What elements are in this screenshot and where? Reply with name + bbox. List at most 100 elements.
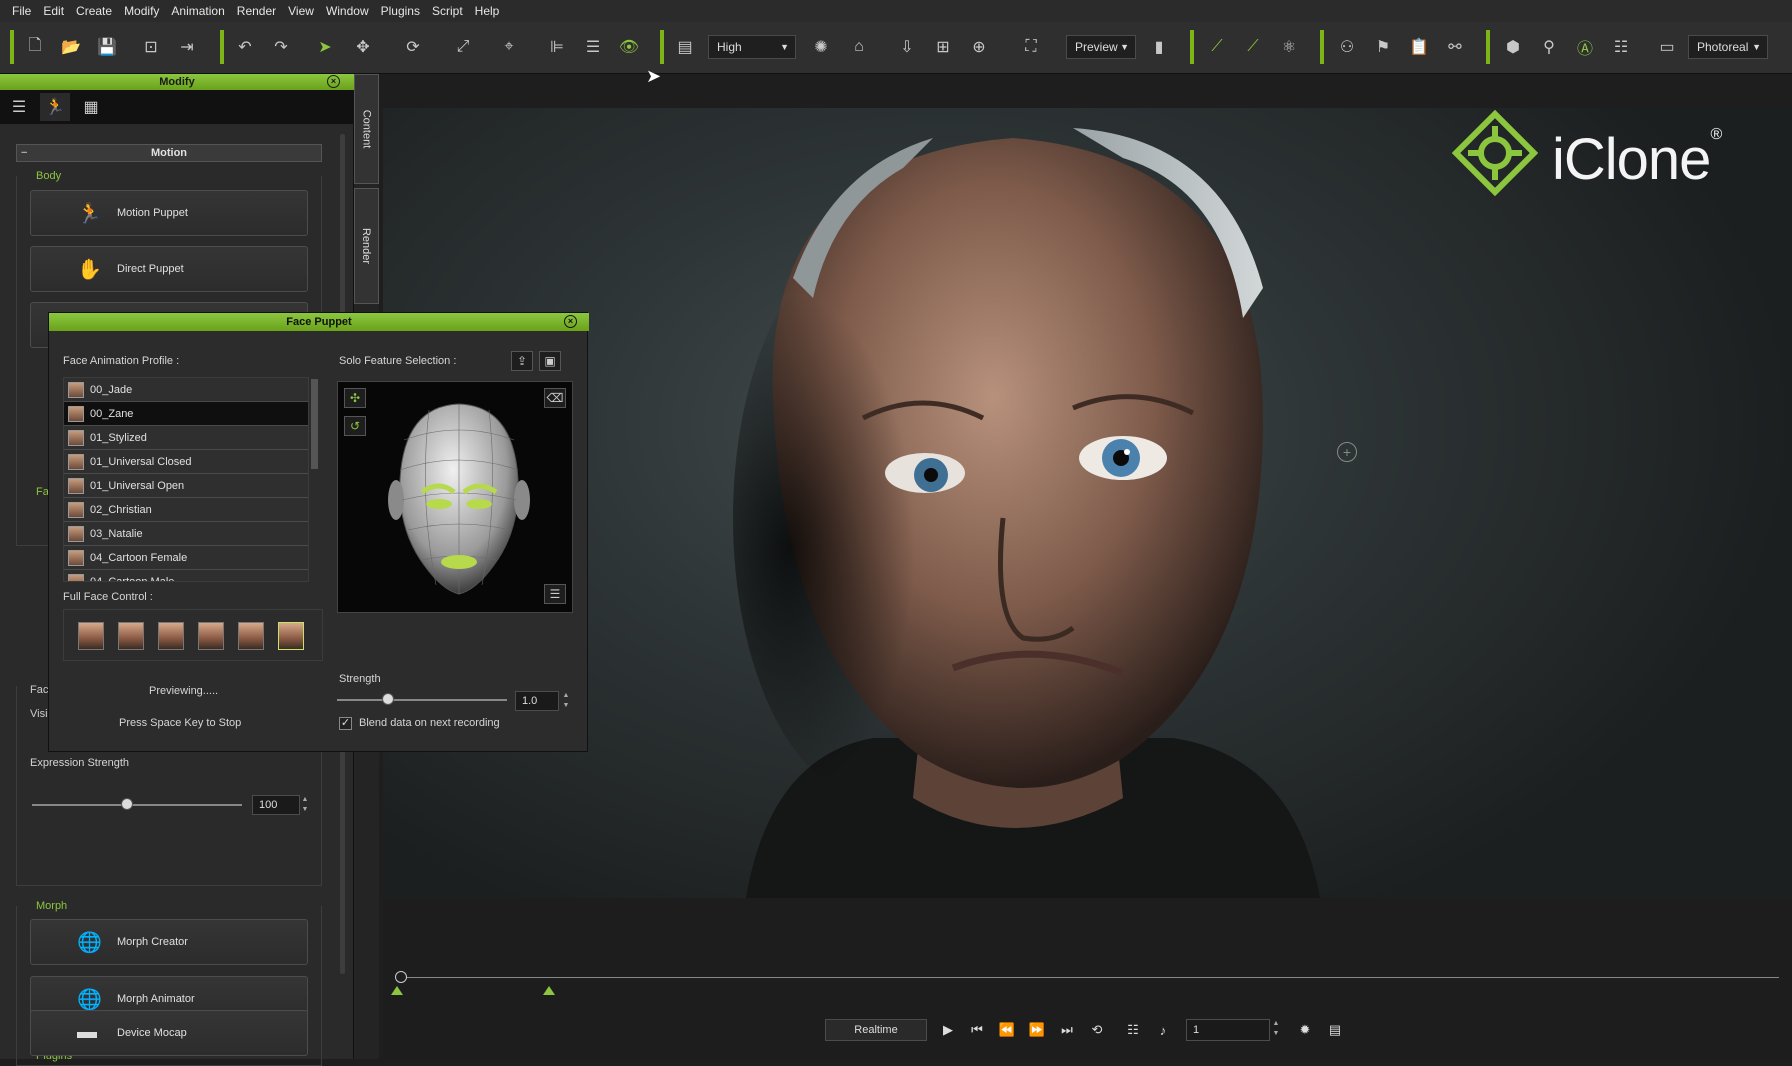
spinner-arrows-icon[interactable]: ▲ ▼ <box>1271 1019 1281 1039</box>
go-to-start-icon[interactable]: ⏮ <box>967 1020 987 1040</box>
layout-icon[interactable]: ▤ <box>672 34 698 60</box>
motion-puppet-button[interactable]: 🏃 Motion Puppet <box>30 190 308 236</box>
profile-row[interactable]: 02_Christian <box>64 498 308 522</box>
profile-row[interactable]: 01_Stylized <box>64 426 308 450</box>
range-start-marker[interactable] <box>391 986 403 995</box>
bone-edit-icon[interactable]: ⟋ <box>1240 34 1266 60</box>
full-face-preset-thumbnail[interactable] <box>198 622 224 650</box>
device-mocap-button[interactable]: ▬ Device Mocap <box>30 1010 308 1056</box>
timeline-panel-icon[interactable]: ▤ <box>1325 1020 1345 1040</box>
strength-slider-handle[interactable] <box>382 693 394 705</box>
open-folder-icon[interactable]: 📂 <box>58 34 84 60</box>
play-icon[interactable]: ▶ <box>938 1020 958 1040</box>
add-feature-icon[interactable]: ✣ <box>344 388 366 408</box>
camera-frame-icon[interactable]: ⛶ <box>1018 34 1044 60</box>
tab-animation-icon[interactable]: 🏃 <box>40 93 70 121</box>
menu-animation[interactable]: Animation <box>165 0 230 22</box>
move-icon[interactable]: ✥ <box>350 34 376 60</box>
bone-tool-icon[interactable]: ⟋ <box>1204 34 1230 60</box>
current-frame-field[interactable]: 1 <box>1186 1019 1270 1041</box>
menu-render[interactable]: Render <box>231 0 282 22</box>
full-face-preset-thumbnail[interactable] <box>118 622 144 650</box>
full-face-preset-thumbnail[interactable] <box>238 622 264 650</box>
person-search-icon[interactable]: ⚲ <box>1536 34 1562 60</box>
menu-modify[interactable]: Modify <box>118 0 165 22</box>
strength-slider[interactable] <box>337 699 507 701</box>
cube-icon[interactable]: ⬢ <box>1500 34 1526 60</box>
3d-viewport[interactable]: iClone® + <box>383 108 1792 898</box>
range-end-marker[interactable] <box>543 986 555 995</box>
rotate-icon[interactable]: ⟳ <box>400 34 426 60</box>
profile-row[interactable]: 04_Cartoon Male <box>64 570 308 581</box>
camera-down-icon[interactable]: ⇩ <box>894 34 920 60</box>
fit-icon[interactable]: ⊕ <box>966 34 992 60</box>
puppet-icon[interactable]: ⚇ <box>1334 34 1360 60</box>
close-icon[interactable]: × <box>327 75 340 88</box>
menu-script[interactable]: Script <box>426 0 469 22</box>
hierarchy-icon[interactable]: ⚛ <box>1276 34 1302 60</box>
distribute-icon[interactable]: ☰ <box>580 34 606 60</box>
profile-list-scrollbar[interactable] <box>311 379 318 469</box>
link-icon[interactable]: ⚯ <box>1442 34 1468 60</box>
face-puppet-title-bar[interactable]: Face Puppet × <box>49 313 589 331</box>
tab-material-checker-icon[interactable]: ▦ <box>76 93 106 121</box>
frame-selected-icon[interactable]: ⊞ <box>930 34 956 60</box>
redo-icon[interactable]: ↷ <box>268 34 294 60</box>
flag-icon[interactable]: ⚑ <box>1370 34 1396 60</box>
save-icon[interactable]: ▣ <box>539 351 561 371</box>
render-mode-dropdown[interactable]: Photoreal ▼ <box>1688 35 1768 59</box>
music-note-icon[interactable]: ♪ <box>1153 1020 1173 1040</box>
menu-window[interactable]: Window <box>320 0 375 22</box>
strength-field[interactable]: 1.0 <box>515 691 559 711</box>
profile-row[interactable]: 04_Cartoon Female <box>64 546 308 570</box>
sliders-icon[interactable]: ☷ <box>1608 34 1634 60</box>
expression-strength-handle[interactable] <box>120 798 133 810</box>
expression-strength-field[interactable]: 100 <box>252 795 300 815</box>
profile-row[interactable]: 00_Zane <box>64 402 308 426</box>
profile-row[interactable]: 03_Natalie <box>64 522 308 546</box>
save-icon[interactable]: 💾 <box>94 34 120 60</box>
tab-content[interactable]: Content <box>354 74 379 184</box>
undo-icon[interactable]: ↶ <box>232 34 258 60</box>
realtime-button[interactable]: Realtime <box>825 1019 927 1041</box>
close-icon[interactable]: × <box>564 315 577 328</box>
list-icon[interactable]: ☰ <box>544 584 566 604</box>
tab-settings-sliders-icon[interactable]: ☰ <box>4 93 34 121</box>
light-icon[interactable]: ✺ <box>808 34 834 60</box>
subtitle-icon[interactable]: ☷ <box>1123 1020 1143 1040</box>
expression-strength-slider[interactable] <box>32 804 242 806</box>
menu-edit[interactable]: Edit <box>37 0 70 22</box>
load-icon[interactable]: ⇪ <box>511 351 533 371</box>
next-frame-icon[interactable]: ⏩ <box>1027 1020 1047 1040</box>
snap-icon[interactable]: ⌖ <box>496 34 522 60</box>
scale-icon[interactable]: ⤢ <box>450 34 476 60</box>
solo-feature-head-view[interactable]: ✣ ↺ ⌫ ☰ <box>337 381 573 613</box>
profile-list[interactable]: 00_Jade 00_Zane 01_Stylized 01_Universal Cl… <box>63 377 309 582</box>
preview-dropdown[interactable]: Preview ▼ <box>1066 35 1136 59</box>
go-to-end-icon[interactable]: ⏭ <box>1057 1020 1077 1040</box>
full-face-preset-thumbnail[interactable] <box>78 622 104 650</box>
auto-icon[interactable]: Ⓐ <box>1572 34 1598 60</box>
full-face-preset-thumbnail[interactable] <box>158 622 184 650</box>
full-face-preset-thumbnail[interactable] <box>278 622 304 650</box>
menu-create[interactable]: Create <box>70 0 118 22</box>
quality-dropdown[interactable]: High ▼ <box>708 35 796 59</box>
spinner-arrows-icon[interactable]: ▲ ▼ <box>300 795 310 815</box>
visibility-eye-icon[interactable]: 👁 <box>616 34 642 60</box>
new-file-icon[interactable]: 🗋 <box>22 34 48 60</box>
project-settings-icon[interactable]: ⊡ <box>138 34 164 60</box>
menu-file[interactable]: File <box>6 0 37 22</box>
eraser-icon[interactable]: ⌫ <box>544 388 566 408</box>
home-icon[interactable]: ⌂ <box>846 34 872 60</box>
timeline-track[interactable] <box>401 977 1779 978</box>
spinner-arrows-icon[interactable]: ▲ ▼ <box>561 691 571 711</box>
timeline-playhead[interactable] <box>395 971 407 983</box>
previous-frame-icon[interactable]: ⏪ <box>997 1020 1017 1040</box>
profile-row[interactable]: 01_Universal Open <box>64 474 308 498</box>
tab-render[interactable]: Render <box>354 188 379 304</box>
align-icon[interactable]: ⊫ <box>544 34 570 60</box>
settings-sun-icon[interactable]: ✹ <box>1295 1020 1315 1040</box>
blend-data-checkbox[interactable]: ✓ <box>339 717 352 730</box>
clipboard-icon[interactable]: 📋 <box>1406 34 1432 60</box>
window-icon[interactable]: ▭ <box>1654 34 1680 60</box>
